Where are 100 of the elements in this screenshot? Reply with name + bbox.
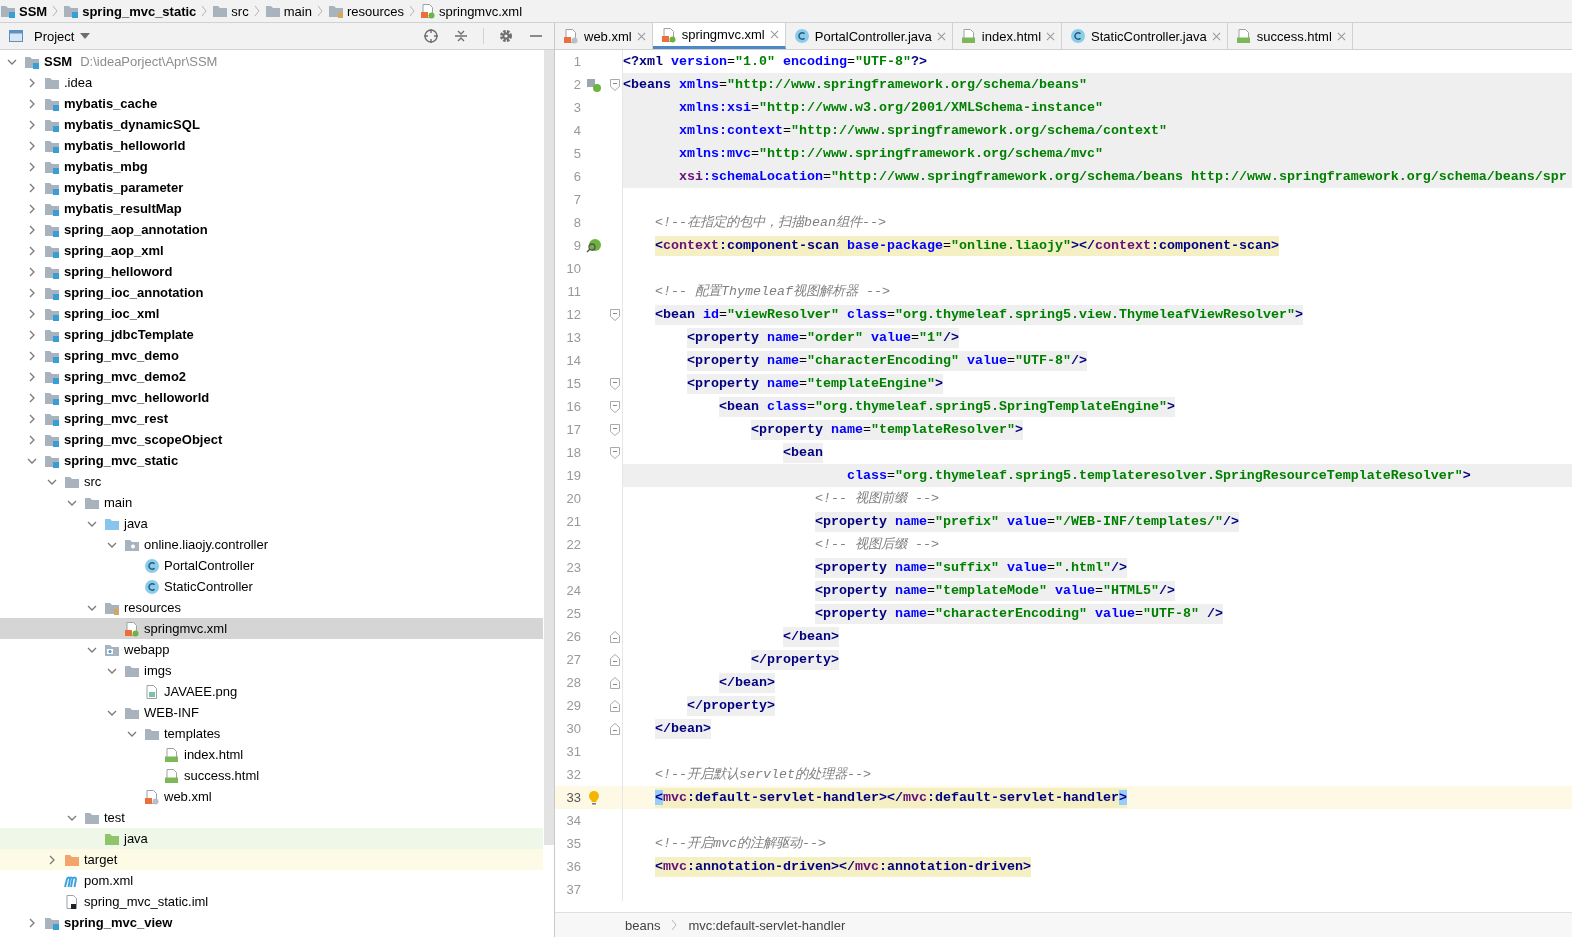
breadcrumb-item[interactable]: resources: [346, 3, 404, 19]
close-icon[interactable]: [1336, 31, 1346, 41]
fold-end-icon[interactable]: [609, 676, 620, 689]
line-number: 16: [565, 399, 581, 414]
tree-item[interactable]: WEB-INF: [0, 702, 543, 723]
tree-item[interactable]: mybatis_mbg: [0, 156, 543, 177]
tree-item[interactable]: spring_mvc_scopeObject: [0, 429, 543, 450]
module-folder-icon: [63, 3, 80, 19]
editor-tab[interactable]: index.html: [952, 23, 1063, 49]
fold-icon[interactable]: [609, 400, 620, 413]
tree-item[interactable]: spring_aop_xml: [0, 240, 543, 261]
tree-item[interactable]: spring_mvc_view: [0, 912, 543, 933]
bean-icon[interactable]: [586, 76, 602, 93]
line-number: 31: [565, 744, 581, 759]
close-icon[interactable]: [769, 30, 779, 39]
tree-item[interactable]: imgs: [0, 660, 543, 681]
tree-item[interactable]: spring_helloword: [0, 261, 543, 282]
tree-item[interactable]: target: [0, 849, 543, 870]
tree-item[interactable]: mybatis_parameter: [0, 177, 543, 198]
tree-item[interactable]: spring_aop_annotation: [0, 219, 543, 240]
close-icon[interactable]: [936, 31, 946, 41]
tree-item[interactable]: java: [0, 513, 543, 534]
folder-icon: [264, 3, 281, 19]
fold-end-icon[interactable]: [609, 653, 620, 666]
breadcrumb-item[interactable]: springmvc.xml: [438, 3, 523, 19]
breadcrumb-item[interactable]: src: [231, 3, 249, 19]
line-number: 24: [565, 583, 581, 598]
tree-item[interactable]: mybatis_resultMap: [0, 198, 543, 219]
breadcrumb-item[interactable]: mvc:default-servlet-handler: [688, 917, 846, 933]
close-icon[interactable]: [636, 31, 646, 41]
tree-item[interactable]: templates: [0, 723, 543, 744]
settings-icon[interactable]: [498, 28, 514, 44]
breadcrumb-separator-icon: [252, 3, 261, 19]
code-line: <?xml version="1.0" encoding="UTF-8"?>: [623, 52, 927, 71]
fold-icon[interactable]: [609, 446, 620, 459]
class-icon: [1070, 28, 1087, 44]
tree-item[interactable]: spring_mvc_demo2: [0, 366, 543, 387]
line-number: 32: [565, 767, 581, 782]
editor-tab[interactable]: StaticController.java: [1062, 23, 1228, 49]
tree-item[interactable]: spring_mvc_helloworld: [0, 387, 543, 408]
fold-icon[interactable]: [609, 377, 620, 390]
tree-item[interactable]: online.liaojy.controller: [0, 534, 543, 555]
project-view-dropdown[interactable]: Project: [30, 28, 95, 44]
editor-tab[interactable]: springmvc.xml: [652, 23, 786, 49]
tree-item[interactable]: mybatis_cache: [0, 93, 543, 114]
tree-item[interactable]: springmvc.xml: [0, 618, 543, 639]
tree-item[interactable]: .idea: [0, 72, 543, 93]
fold-icon[interactable]: [609, 308, 620, 321]
line-number: 30: [565, 721, 581, 736]
tree-item[interactable]: SSM D:\ideaPorject\Apr\SSM: [0, 51, 543, 72]
tree-item[interactable]: PortalController: [0, 555, 543, 576]
editor-tab[interactable]: success.html: [1227, 23, 1353, 49]
fold-end-icon[interactable]: [609, 699, 620, 712]
locate-icon[interactable]: [423, 28, 439, 44]
tree-item[interactable]: spring_ioc_annotation: [0, 282, 543, 303]
tree-item[interactable]: java: [0, 828, 543, 849]
magnifier-icon[interactable]: [586, 237, 602, 254]
tree-item[interactable]: JAVAEE.png: [0, 681, 543, 702]
close-icon[interactable]: [1046, 31, 1056, 41]
fold-end-icon[interactable]: [609, 722, 620, 735]
tree-item[interactable]: StaticController: [0, 576, 543, 597]
tree-item[interactable]: resources: [0, 597, 543, 618]
xml-file-icon: [660, 26, 677, 43]
tree-item[interactable]: webapp: [0, 639, 543, 660]
fold-icon[interactable]: [609, 78, 620, 91]
editor-tab[interactable]: PortalController.java: [785, 23, 953, 49]
close-icon[interactable]: [1211, 31, 1221, 41]
breadcrumb-separator-icon: [200, 3, 209, 19]
code-line: xmlns:context="http://www.springframework.org/schema/context": [679, 121, 1167, 140]
xml-file-icon: [419, 3, 436, 19]
code-line: xsi:schemaLocation="http://www.springframework.org/schema/beans http://www.springframework.org/schema/beans/spr: [679, 167, 1567, 186]
breadcrumb-item[interactable]: spring_mvc_static: [82, 3, 197, 19]
line-number: 21: [565, 514, 581, 529]
breadcrumb-item[interactable]: beans: [625, 917, 661, 933]
tree-item[interactable]: success.html: [0, 765, 543, 786]
editor-tab[interactable]: web.xml: [555, 23, 653, 49]
tree-item[interactable]: main: [0, 492, 543, 513]
tree-item[interactable]: spring_ioc_xml: [0, 303, 543, 324]
image-file-icon: [144, 683, 160, 700]
tree-item[interactable]: spring_mvc_rest: [0, 408, 543, 429]
collapse-all-icon[interactable]: [453, 28, 469, 44]
code-line: <!-- 配置Thymeleaf视图解析器 -->: [655, 282, 890, 301]
fold-end-icon[interactable]: [609, 630, 620, 643]
tree-item[interactable]: test: [0, 807, 543, 828]
breadcrumb-item[interactable]: SSM: [19, 3, 48, 19]
fold-icon[interactable]: [609, 423, 620, 436]
breadcrumb-item[interactable]: main: [283, 3, 312, 19]
tree-item[interactable]: spring_mvc_static.iml: [0, 891, 543, 912]
tree-item[interactable]: mybatis_dynamicSQL: [0, 114, 543, 135]
tree-item[interactable]: spring_mvc_demo: [0, 345, 543, 366]
breadcrumb-separator-icon: [51, 3, 60, 19]
tree-item[interactable]: src: [0, 471, 543, 492]
tree-item[interactable]: index.html: [0, 744, 543, 765]
scrollbar-thumb[interactable]: [544, 50, 554, 845]
line-number: 27: [565, 652, 581, 667]
tree-item[interactable]: pom.xml: [0, 870, 543, 891]
tree-item[interactable]: spring_mvc_static: [0, 450, 543, 471]
tree-item[interactable]: mybatis_helloworld: [0, 135, 543, 156]
tree-item[interactable]: web.xml: [0, 786, 543, 807]
tree-item[interactable]: spring_jdbcTemplate: [0, 324, 543, 345]
